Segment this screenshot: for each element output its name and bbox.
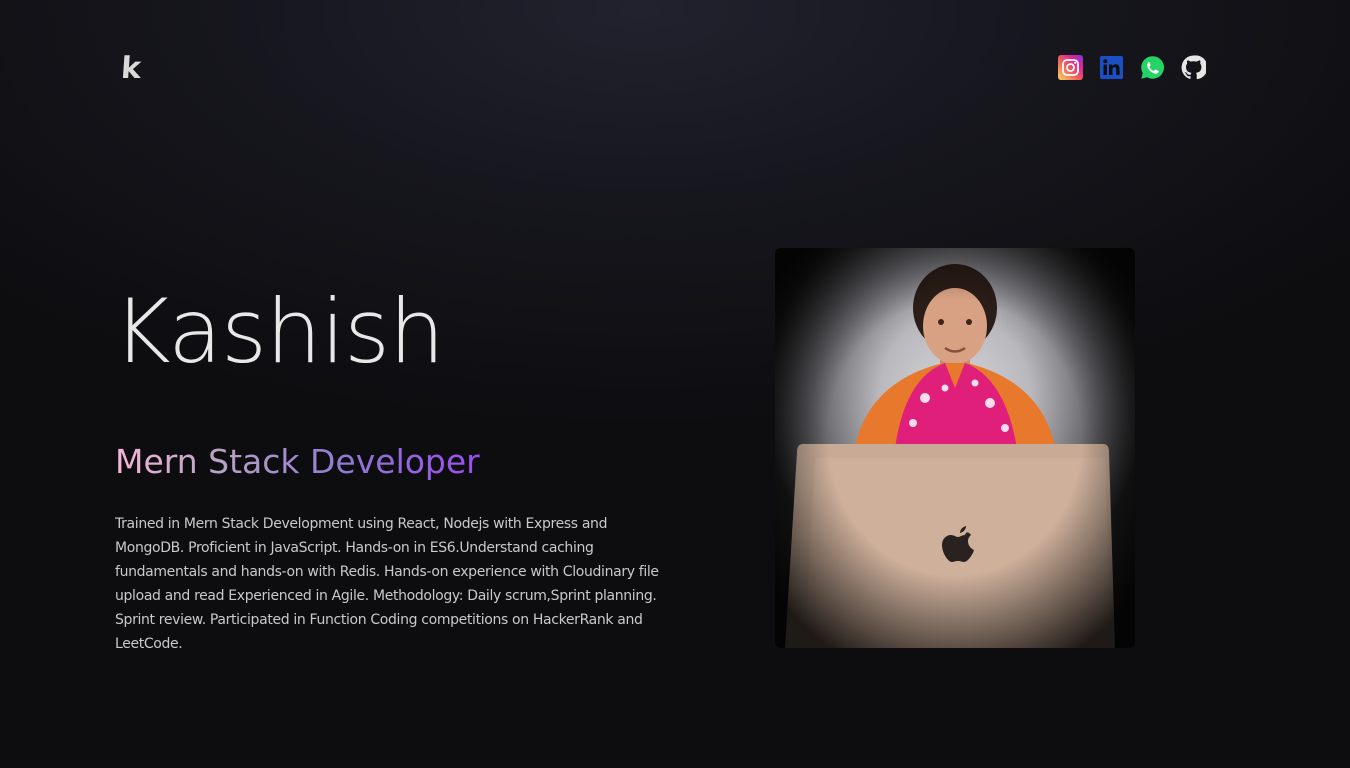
social-links — [1058, 55, 1206, 80]
instagram-link[interactable] — [1058, 55, 1083, 80]
linkedin-icon — [1100, 56, 1123, 79]
github-link[interactable] — [1181, 55, 1206, 80]
site-logo[interactable]: k — [120, 51, 142, 86]
whatsapp-link[interactable] — [1140, 55, 1165, 80]
linkedin-link[interactable] — [1099, 55, 1124, 80]
whatsapp-icon — [1141, 56, 1165, 79]
hero-description: Trained in Mern Stack Development using … — [115, 516, 659, 652]
profile-photo — [775, 248, 1135, 648]
hero-name: Kashish — [113, 280, 445, 383]
hero-title: Mern Stack Developer — [115, 442, 480, 481]
instagram-icon — [1058, 55, 1083, 80]
github-icon — [1181, 55, 1206, 80]
